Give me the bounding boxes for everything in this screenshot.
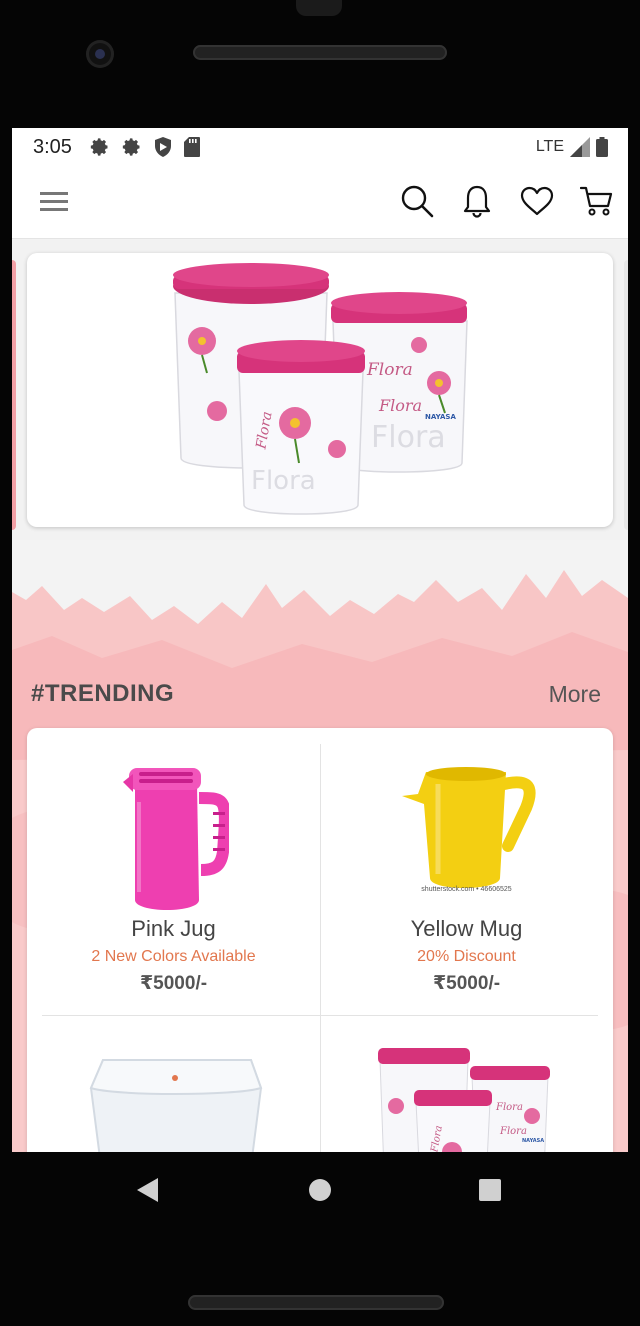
phone-frame: 3:05 LTE Flora Flora Flora Flora Flora N…: [0, 0, 640, 1326]
flora-containers-image: Flora Flora Flora Flora Flora NAYASA: [173, 263, 468, 515]
front-camera: [86, 40, 114, 68]
product-card[interactable]: shutterstock.com • 46606525 Yellow Mug 2…: [320, 728, 613, 995]
product-image-brand: NAYASA: [522, 1138, 544, 1144]
product-price: ₹5000/-: [432, 973, 501, 994]
banner-watermark-flora: Flora: [251, 466, 316, 496]
app-screen: 3:05 LTE Flora Flora Flora Flora Flora N…: [12, 128, 628, 1152]
banner-label-flora: Flora: [378, 396, 422, 415]
app-toolbar: [12, 166, 628, 239]
top-notch: [296, 0, 342, 16]
product-image: Flora Flora Flora NAYASA: [320, 1032, 613, 1152]
banner-next-peek: [624, 260, 628, 530]
network-type: LTE: [535, 138, 564, 155]
settings-icon: [122, 138, 140, 156]
banner-previous-peek: [12, 260, 16, 530]
banner-carousel[interactable]: Flora Flora Flora Flora Flora NAYASA: [12, 252, 628, 542]
recents-icon: [479, 1179, 501, 1201]
shield-icon: [154, 137, 171, 157]
banner-slide[interactable]: Flora Flora Flora Flora Flora NAYASA: [27, 253, 613, 527]
product-name: Pink Jug: [131, 916, 216, 941]
more-link[interactable]: More: [549, 681, 601, 708]
product-card[interactable]: Flora Flora Flora NAYASA: [320, 1018, 613, 1152]
signal-icon: [570, 137, 590, 157]
back-icon: [137, 1178, 158, 1202]
recents-button[interactable]: [476, 1176, 504, 1204]
product-image: [27, 742, 320, 910]
flora-containers-image: Flora Flora Flora NAYASA: [378, 1048, 550, 1152]
product-image: shutterstock.com • 46606525: [320, 742, 613, 902]
wishlist-button[interactable]: [516, 180, 558, 222]
image-caption: shutterstock.com • 46606525: [421, 886, 512, 893]
row-divider: [42, 1015, 598, 1016]
bottom-speaker-grille: [188, 1295, 444, 1310]
notifications-button[interactable]: [456, 180, 498, 222]
back-button[interactable]: [134, 1176, 162, 1204]
menu-button[interactable]: [38, 188, 70, 216]
system-navigation-bar: [0, 1152, 640, 1224]
product-card[interactable]: Pink Jug 2 New Colors Available ₹5000/-: [27, 728, 320, 995]
status-time: 3:05: [33, 135, 72, 158]
sd-card-icon: [183, 137, 200, 157]
banner-brand-mark: NAYASA: [425, 413, 456, 421]
settings-icon: [90, 138, 108, 156]
cart-icon: [580, 186, 613, 216]
heart-icon: [520, 186, 554, 216]
trending-header: #TRENDING More: [12, 668, 628, 720]
trending-products-grid: Pink Jug 2 New Colors Available ₹5000/- …: [27, 728, 613, 1152]
pink-jug-image: [123, 768, 229, 910]
section-title: #TRENDING: [31, 680, 175, 707]
product-image-label: Flora: [499, 1126, 527, 1137]
product-name: Yellow Mug: [410, 916, 523, 941]
plastic-box-image: [89, 1059, 263, 1152]
battery-icon: [596, 137, 608, 157]
earpiece-speaker: [193, 45, 447, 60]
search-icon: [401, 185, 434, 218]
home-button[interactable]: [306, 1176, 334, 1204]
product-card[interactable]: [27, 1018, 320, 1152]
home-icon: [309, 1179, 331, 1201]
banner-label-flora: Flora: [366, 360, 413, 380]
bell-icon: [463, 185, 491, 218]
product-image: [27, 1032, 320, 1152]
banner-watermark-flora: Flora: [371, 420, 446, 455]
product-price: ₹5000/-: [139, 973, 208, 994]
product-subtitle: 20% Discount: [417, 948, 516, 965]
product-image-label: Flora: [495, 1102, 523, 1113]
status-bar: 3:05 LTE: [12, 128, 628, 166]
cart-button[interactable]: [576, 180, 618, 222]
yellow-mug-image: [402, 767, 536, 888]
product-subtitle: 2 New Colors Available: [91, 948, 256, 965]
menu-icon: [40, 192, 68, 211]
search-button[interactable]: [396, 180, 438, 222]
